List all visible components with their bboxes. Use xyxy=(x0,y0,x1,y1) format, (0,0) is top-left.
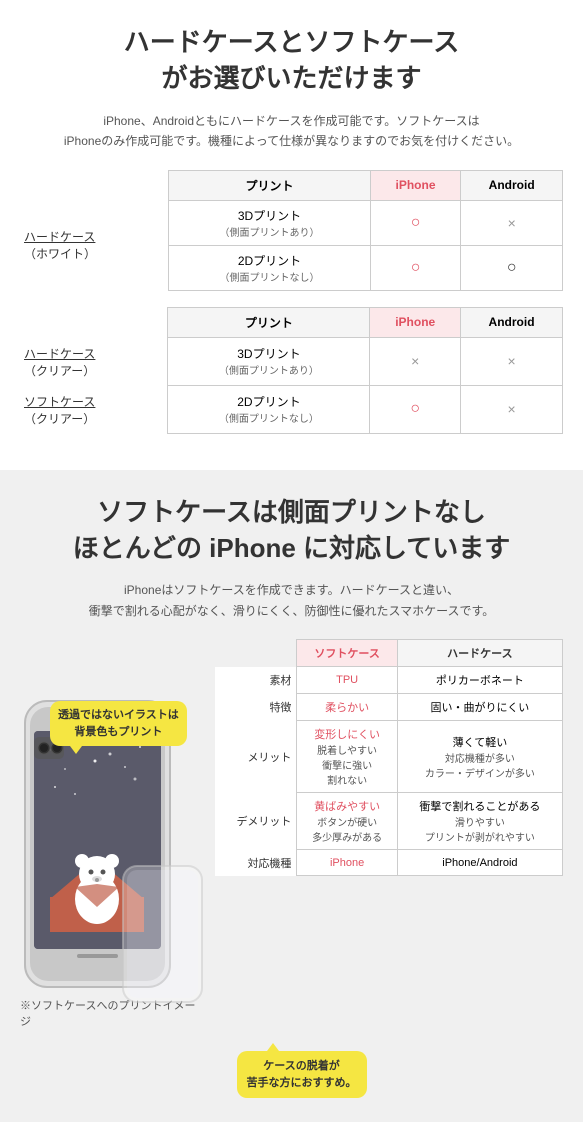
table2-header-android: Android xyxy=(461,307,563,337)
row-hard-feature: 固い・曲がりにくい xyxy=(397,694,562,721)
row-hard-demerit: 衝撃で割れることがある滑りやすいプリントが剥がれやすい xyxy=(397,793,562,850)
phone-side: 透過ではないイラストは背景色もプリント xyxy=(20,639,205,1029)
table1-header-print: プリント xyxy=(169,170,370,200)
table2-row2-print: 2Dプリント（側面プリントなし） xyxy=(168,385,370,433)
bottom-bubble-row: ケースの脱着が苦手な方におすすめ。 xyxy=(20,1039,563,1098)
table2-row1-print: 3Dプリント（側面プリントあり） xyxy=(168,337,370,385)
table1-wrapper: プリント iPhone Android ハードケース（ホワイト） 3Dプリント（… xyxy=(20,170,563,291)
table2-wrapper: プリント iPhone Android ハードケース（クリアー） ソフトケース（… xyxy=(20,307,563,434)
row-soft-devices: iPhone xyxy=(297,850,397,876)
row-label-demerit: デメリット xyxy=(215,793,297,850)
clear-case-illustration xyxy=(120,864,205,1004)
row-label-devices: 対応機種 xyxy=(215,850,297,876)
table1-corner xyxy=(20,170,169,200)
table1-header-iphone: iPhone xyxy=(370,170,461,200)
table2-row1-iphone: × xyxy=(370,337,461,385)
row-label-material: 素材 xyxy=(215,667,297,694)
table2-header-iphone: iPhone xyxy=(370,307,461,337)
table1-header-android: Android xyxy=(461,170,563,200)
bottom-table-hard-header: ハードケース xyxy=(397,640,562,667)
table2-corner xyxy=(20,307,168,337)
table2-header-print: プリント xyxy=(168,307,370,337)
row-soft-feature: 柔らかい xyxy=(297,694,397,721)
table2-row2-iphone: ○ xyxy=(370,385,461,433)
row-hard-material: ポリカーボネート xyxy=(397,667,562,694)
table1-section-label: ハードケース（ホワイト） xyxy=(20,200,169,290)
table-row: メリット 変形しにくい脱着しやすい衝撃に強い割れない 薄くて軽い対応機種が多いカ… xyxy=(215,721,563,793)
main-title: ハードケースとソフトケースがお選びいただけます xyxy=(20,24,563,97)
bottom-table-soft-header: ソフトケース xyxy=(297,640,397,667)
table-row: デメリット 黄ばみやすいボタンが硬い多少厚みがある 衝撃で割れることがある滑りや… xyxy=(215,793,563,850)
table-row: 対応機種 iPhone iPhone/Android xyxy=(215,850,563,876)
table1-row2-iphone: ○ xyxy=(370,245,461,290)
table1: プリント iPhone Android ハードケース（ホワイト） 3Dプリント（… xyxy=(20,170,563,291)
table2-row2-android: × xyxy=(461,385,563,433)
table2: プリント iPhone Android ハードケース（クリアー） ソフトケース（… xyxy=(20,307,563,434)
subtitle-text: iPhone、Androidともにハードケースを作成可能です。ソフトケースはiP… xyxy=(20,111,563,152)
table-row: 素材 TPU ポリカーボネート xyxy=(215,667,563,694)
phone-img-container: 透過ではないイラストは背景色もプリント xyxy=(20,699,190,989)
row-hard-devices: iPhone/Android xyxy=(397,850,562,876)
speech-bubble: 透過ではないイラストは背景色もプリント xyxy=(50,701,187,746)
bottom-table-wrap: ソフトケース ハードケース 素材 TPU ポリカーボネート 特徴 柔らかい 固い… xyxy=(215,639,563,876)
row-hard-merit: 薄くて軽い対応機種が多いカラー・デザインが多い xyxy=(397,721,562,793)
row-label-feature: 特徴 xyxy=(215,694,297,721)
section-bottom-title: ソフトケースは側面プリントなしほとんどの iPhone に対応しています xyxy=(20,494,563,567)
bottom-content: 透過ではないイラストは背景色もプリント xyxy=(20,639,563,1029)
bottom-comparison-table: ソフトケース ハードケース 素材 TPU ポリカーボネート 特徴 柔らかい 固い… xyxy=(215,639,563,876)
section-bottom-subtitle: iPhoneはソフトケースを作成できます。ハードケースと違い、衝撃で割れる心配が… xyxy=(20,580,563,621)
table1-row1-print: 3Dプリント（側面プリントあり） xyxy=(169,200,370,245)
table1-row2-print: 2Dプリント（側面プリントなし） xyxy=(169,245,370,290)
section-bottom: ソフトケースは側面プリントなしほとんどの iPhone に対応しています iPh… xyxy=(0,470,583,1122)
row-soft-demerit: 黄ばみやすいボタンが硬い多少厚みがある xyxy=(297,793,397,850)
table1-row2-android: ○ xyxy=(461,245,563,290)
table2-section-label: ハードケース（クリアー） ソフトケース（クリアー） xyxy=(20,337,168,433)
section-top: ハードケースとソフトケースがお選びいただけます iPhone、Androidとも… xyxy=(0,0,583,470)
table-row: 特徴 柔らかい 固い・曲がりにくい xyxy=(215,694,563,721)
bottom-table-corner xyxy=(215,640,297,667)
row-soft-material: TPU xyxy=(297,667,397,694)
row-label-merit: メリット xyxy=(215,721,297,793)
table1-row1-iphone: ○ xyxy=(370,200,461,245)
table1-row1-android: × xyxy=(461,200,563,245)
table2-row1-android: × xyxy=(461,337,563,385)
bottom-speech-bubble: ケースの脱着が苦手な方におすすめ。 xyxy=(237,1051,367,1098)
row-soft-merit: 変形しにくい脱着しやすい衝撃に強い割れない xyxy=(297,721,397,793)
